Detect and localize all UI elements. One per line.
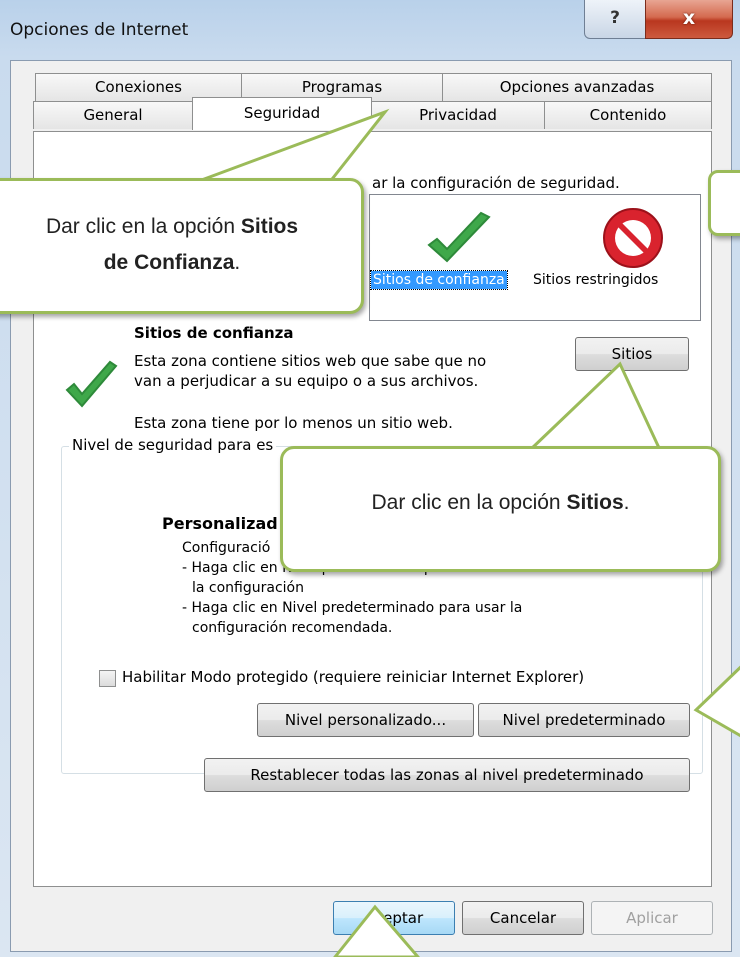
help-icon: ? <box>610 8 620 28</box>
tab-contenido[interactable]: Contenido <box>544 101 712 129</box>
close-icon: x <box>682 7 696 29</box>
callout-trusted-sites: Dar clic en la opción Sitios de Confianz… <box>0 178 364 314</box>
custom-level-line-4: - Haga clic en Nivel predeterminado para… <box>182 600 523 616</box>
callout-2-text: Dar clic en la opción Sitios. <box>371 491 630 514</box>
zone-site-count-note: Esta zona tiene por lo menos un sitio we… <box>134 414 453 432</box>
tab-general[interactable]: General <box>33 101 193 129</box>
callout-partial-right-bottom <box>693 665 740 738</box>
callout-partial-bottom <box>333 904 420 957</box>
help-button[interactable]: ? <box>584 0 646 39</box>
apply-button[interactable]: Aplicar <box>591 901 713 935</box>
callout-partial-right-top <box>708 170 740 236</box>
custom-level-button[interactable]: Nivel personalizado... <box>257 703 474 737</box>
callout-2-pointer <box>526 361 663 452</box>
trusted-sites-check-icon[interactable] <box>425 211 495 273</box>
close-button[interactable]: x <box>645 0 733 39</box>
restricted-sites-icon[interactable] <box>600 205 666 271</box>
trusted-zone-check-icon <box>65 360 118 408</box>
cancel-button[interactable]: Cancelar <box>462 901 584 935</box>
default-level-button[interactable]: Nivel predeterminado <box>478 703 690 737</box>
zone-restricted-sites[interactable]: Sitios restringidos <box>533 272 658 288</box>
reset-all-zones-button[interactable]: Restablecer todas las zonas al nivel pre… <box>204 758 690 792</box>
zone-trusted-sites[interactable]: Sitios de confianza <box>370 270 508 290</box>
zone-description-line-2: van a perjudicar a su equipo o a sus arc… <box>134 372 479 390</box>
security-level-group-label: Nivel de seguridad para es <box>69 436 277 454</box>
protected-mode-checkbox[interactable] <box>99 670 116 687</box>
protected-mode-label[interactable]: Habilitar Modo protegido (requiere reini… <box>122 668 584 686</box>
zone-title: Sitios de confianza <box>134 324 294 342</box>
custom-level-line-5: configuración recomendada. <box>192 620 393 636</box>
title-bar[interactable]: Opciones de Internet ? x <box>0 0 740 60</box>
zone-description-line-1: Esta zona contiene sitios web que sabe q… <box>134 352 487 370</box>
callout-1-pointer <box>179 108 390 190</box>
window-title: Opciones de Internet <box>10 20 189 40</box>
custom-level-title: Personalizad <box>162 514 278 533</box>
callout-sites-button: Dar clic en la opción Sitios. <box>280 446 721 572</box>
zone-list: Sitios de confianza Sitios restringidos <box>369 194 701 321</box>
custom-level-line-3: la configuración <box>192 580 304 596</box>
tab-opciones-avanzadas[interactable]: Opciones avanzadas <box>442 73 712 101</box>
callout-1-text: Dar clic en la opción Sitios de Confianz… <box>45 215 299 274</box>
zone-instruction-text: ar la configuración de seguridad. <box>372 174 620 192</box>
custom-level-line-1: Configuració <box>182 540 271 556</box>
